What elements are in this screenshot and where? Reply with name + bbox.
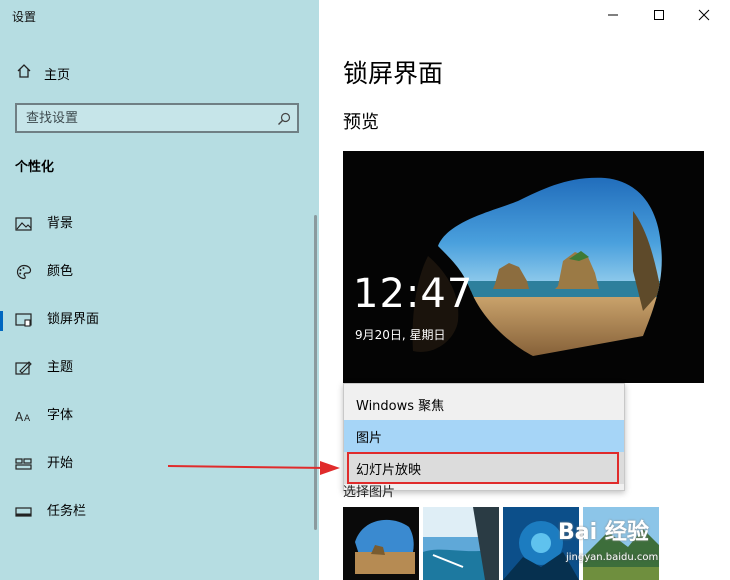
annotation-arrow: [168, 461, 340, 475]
search-input[interactable]: [17, 105, 266, 131]
close-icon: [698, 6, 710, 25]
option-label: Windows 聚焦: [356, 398, 445, 414]
option-label: 图片: [356, 430, 383, 446]
watermark-url: jingyan.baidu.com: [566, 552, 659, 563]
maximize-button[interactable]: [639, 2, 679, 28]
choose-picture-label: 选择图片: [343, 485, 396, 500]
sidebar-item-label: 字体: [47, 408, 74, 423]
dropdown-option-picture[interactable]: 图片: [344, 420, 624, 452]
search-icon[interactable]: [277, 111, 291, 130]
watermark-logo: Bai 经验: [558, 520, 649, 545]
minimize-button[interactable]: [593, 2, 633, 28]
sidebar-item-taskbar[interactable]: 任务栏: [0, 500, 300, 524]
search-box[interactable]: [15, 103, 299, 133]
nav-home-label: 主页: [44, 67, 71, 83]
preview-date: 9月20日, 星期日: [355, 328, 446, 342]
theme-icon: [15, 360, 33, 376]
home-icon: [16, 63, 32, 83]
section-title: 个性化: [15, 160, 55, 175]
maximize-icon: [653, 6, 665, 25]
font-icon: AA: [15, 408, 33, 424]
sidebar-item-label: 主题: [47, 360, 74, 375]
start-icon: [15, 456, 33, 472]
page-title: 锁屏界面: [343, 59, 444, 88]
minimize-icon: [607, 6, 619, 25]
taskbar-icon: [15, 504, 33, 520]
baidu-watermark: Bai 经验 jingyan.baidu.com: [558, 512, 728, 574]
sidebar-item-label: 颜色: [47, 264, 74, 279]
title-bar-controls: [580, 0, 730, 30]
sidebar-item-colors[interactable]: 颜色: [0, 260, 300, 284]
cave-beach-image: [343, 151, 704, 383]
palette-icon: [15, 264, 33, 280]
settings-window: 设置 主页 个性化 背景: [0, 0, 730, 580]
sidebar-item-label: 任务栏: [47, 504, 87, 519]
preview-clock: 12:47: [353, 271, 474, 317]
svg-text:A: A: [15, 410, 24, 424]
picture-icon: [15, 216, 33, 232]
sidebar-item-themes[interactable]: 主题: [0, 356, 300, 380]
active-indicator: [0, 311, 3, 331]
svg-text:A: A: [24, 414, 31, 424]
lockscreen-icon: [15, 312, 33, 328]
window-title: 设置: [12, 10, 37, 24]
sidebar-scrollbar[interactable]: [314, 215, 317, 530]
sidebar-item-label: 开始: [47, 456, 74, 471]
background-dropdown-list[interactable]: Windows 聚焦 图片 幻灯片放映: [343, 383, 625, 491]
nav-home[interactable]: 主页: [16, 62, 70, 84]
lockscreen-preview: 12:47 9月20日, 星期日: [343, 151, 704, 383]
sidebar-item-label: 锁屏界面: [47, 312, 100, 327]
thumbnail-coast[interactable]: [423, 507, 499, 580]
thumbnail-cave[interactable]: [343, 507, 419, 580]
close-button[interactable]: [684, 2, 724, 28]
dropdown-option-spotlight[interactable]: Windows 聚焦: [344, 388, 624, 420]
sidebar: 设置 主页 个性化 背景: [0, 0, 319, 580]
sidebar-item-fonts[interactable]: AA 字体: [0, 404, 300, 428]
sidebar-item-label: 背景: [47, 216, 74, 231]
annotation-highlight-box: [347, 452, 619, 484]
sidebar-item-background[interactable]: 背景: [0, 212, 300, 236]
sidebar-item-lockscreen[interactable]: 锁屏界面: [0, 308, 300, 332]
preview-title: 预览: [343, 112, 379, 133]
